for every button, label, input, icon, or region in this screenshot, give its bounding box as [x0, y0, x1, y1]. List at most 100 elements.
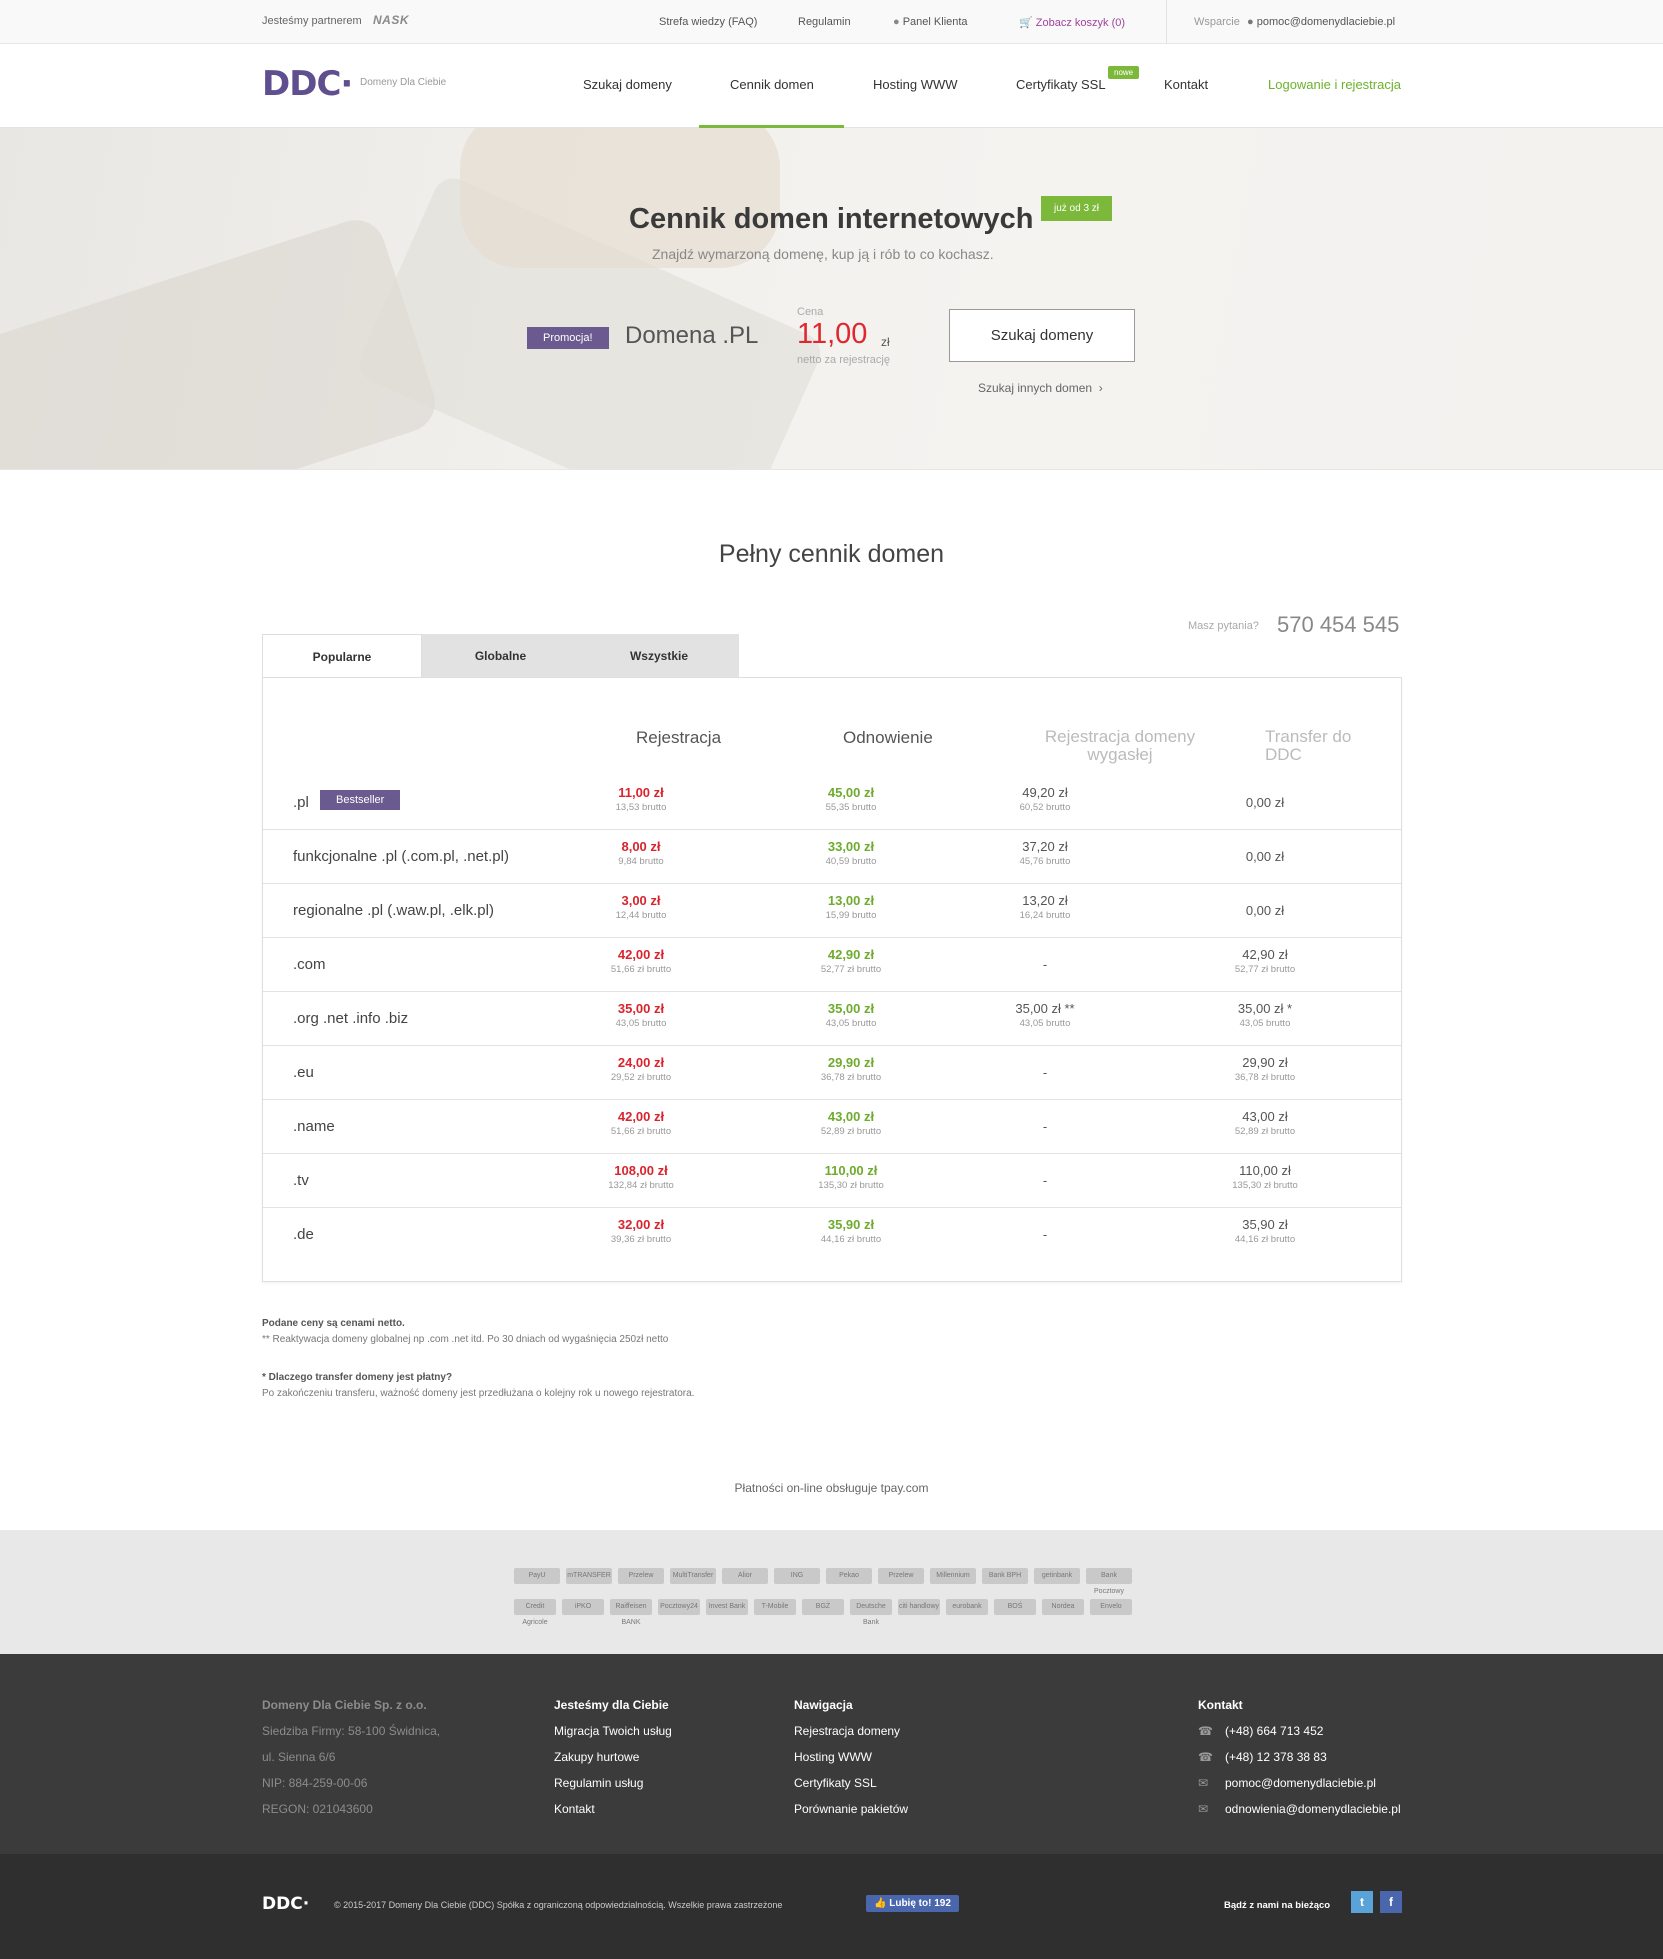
company-address: Siedziba Firmy: 58-100 Świdnica,: [262, 1724, 441, 1738]
net-price: 42,00 zł: [617, 947, 665, 962]
phone-icon: ☎: [1198, 1724, 1213, 1738]
domain-name: .com: [293, 956, 326, 973]
faq-link[interactable]: Strefa wiedzy (FAQ): [659, 16, 757, 28]
contact-email-renewals[interactable]: ✉ odnowienia@domenydlaciebie.pl: [1198, 1796, 1401, 1822]
support-email: pomoc@domenydlaciebie.pl: [1256, 16, 1396, 28]
price-label: Cena: [797, 306, 824, 318]
footer-link-migration[interactable]: Migracja Twoich usług: [554, 1718, 672, 1744]
footer-contact: Kontakt ☎ (+48) 664 713 452 ☎ (+48) 12 378…: [1198, 1692, 1401, 1822]
bank-logo: Nordea: [1042, 1599, 1084, 1615]
company-regon: REGON: 021043600: [262, 1802, 373, 1816]
cart-label: Zobacz koszyk (0): [1035, 17, 1126, 29]
nask-logo[interactable]: NASK: [373, 13, 409, 27]
contact-phone-1[interactable]: ☎ (+48) 664 713 452: [1198, 1718, 1401, 1744]
client-panel-label: Panel Klienta: [902, 16, 968, 28]
bank-logo: T-Mobile: [754, 1599, 796, 1615]
price-note: netto za rejestrację: [797, 354, 890, 366]
nav-contact[interactable]: Kontakt: [1164, 77, 1208, 92]
domain-name: funkcjonalne .pl (.com.pl, .net.pl): [293, 848, 509, 865]
gross-price: 135,30 zł brutto: [818, 1180, 884, 1191]
bank-logo: mTRANSFER: [566, 1568, 612, 1584]
net-price: 0,00 zł: [1245, 903, 1285, 918]
price-cell-exp: -: [965, 957, 1125, 972]
footer-logo: DDC·: [262, 1894, 310, 1914]
footer-link-wholesale[interactable]: Zakupy hurtowe: [554, 1744, 672, 1770]
tab-global[interactable]: Globalne: [422, 634, 579, 678]
promo-domain: Domena .PL: [625, 322, 759, 349]
login-register-link[interactable]: Logowanie i rejestracja: [1268, 77, 1401, 92]
net-price: 35,90 zł: [827, 1217, 875, 1232]
support-email-link[interactable]: ● pomoc@domenydlaciebie.pl: [1247, 16, 1395, 28]
cart-link[interactable]: 🛒 Zobacz koszyk (0): [1019, 16, 1125, 29]
user-icon: ●: [893, 16, 900, 28]
footer-link-hosting[interactable]: Hosting WWW: [794, 1744, 908, 1770]
search-other-domains-link[interactable]: Szukaj innych domen ›: [978, 381, 1103, 395]
net-price: 33,00 zł: [827, 839, 875, 854]
header-expired-registration: Rejestracja domeny wygasłej: [1044, 727, 1196, 764]
net-price: 24,00 zł: [617, 1055, 665, 1070]
nav-ssl[interactable]: Certyfikaty SSL: [1016, 77, 1106, 92]
twitter-icon[interactable]: t: [1351, 1891, 1373, 1913]
gross-price: 13,53 brutto: [615, 802, 667, 813]
price-cell-tr: 43,00 zł 52,89 zł brutto: [1185, 1109, 1345, 1137]
table-row: .org .net .info .biz 35,00 zł 43,05 brutto…: [263, 992, 1401, 1046]
nav-domain-prices[interactable]: Cennik domen: [730, 77, 814, 92]
domain-name: .pl: [293, 794, 309, 811]
phone-number[interactable]: 570 454 545: [1277, 612, 1399, 638]
nav-hosting[interactable]: Hosting WWW: [873, 77, 958, 92]
price-cell-tr: 110,00 zł 135,30 zł brutto: [1185, 1163, 1345, 1191]
topbar-divider: [1166, 0, 1167, 44]
contact-phone-2[interactable]: ☎ (+48) 12 378 38 83: [1198, 1744, 1401, 1770]
gross-price: 43,05 brutto: [615, 1018, 667, 1029]
footer-link-terms[interactable]: Regulamin usług: [554, 1770, 672, 1796]
main-header: DDC· Domeny Dla Ciebie Szukaj domeny Cen…: [0, 44, 1663, 128]
search-domains-button[interactable]: Szukaj domeny: [949, 309, 1135, 362]
net-price: 35,00 zł **: [1015, 1001, 1075, 1016]
gross-price: 52,89 zł brutto: [1234, 1126, 1296, 1137]
domain-name: .name: [293, 1118, 335, 1135]
bank-logo: ING: [774, 1568, 820, 1584]
note-transfer-question: * Dlaczego transfer domeny jest płatny?: [262, 1372, 453, 1383]
support-label: Wsparcie: [1194, 16, 1240, 28]
footer-for-you: Jesteśmy dla Ciebie Migracja Twoich usłu…: [554, 1692, 672, 1822]
footer-link-contact[interactable]: Kontakt: [554, 1796, 672, 1822]
net-price: 11,00 zł: [618, 785, 664, 800]
terms-link[interactable]: Regulamin: [798, 16, 851, 28]
promo-badge: Promocja!: [527, 327, 609, 349]
footer-link-ssl[interactable]: Certyfikaty SSL: [794, 1770, 908, 1796]
price-cell-exp: -: [965, 1227, 1125, 1242]
facebook-like-button[interactable]: 👍 Lubię to! 192: [866, 1895, 959, 1912]
net-price: 110,00 zł: [1239, 1163, 1291, 1178]
nav-search-domains[interactable]: Szukaj domeny: [583, 77, 672, 92]
footer-link-domain-registration[interactable]: Rejestracja domeny: [794, 1718, 908, 1744]
gross-price: 43,05 brutto: [1239, 1018, 1291, 1029]
gross-price: 51,66 zł brutto: [610, 1126, 672, 1137]
domain-name: .de: [293, 1226, 314, 1243]
footer-link-compare[interactable]: Porównanie pakietów: [794, 1796, 908, 1822]
price-cell-tr: 42,90 zł 52,77 zł brutto: [1185, 947, 1345, 975]
ddc-logo[interactable]: DDC·: [262, 64, 353, 104]
bank-logo: Pekao: [826, 1568, 872, 1584]
bank-logo: Envelo: [1090, 1599, 1132, 1615]
note-reactivation: ** Reaktywacja domeny globalnej np .com …: [262, 1334, 669, 1345]
chevron-right-icon: ›: [1098, 381, 1103, 395]
gross-price: 52,77 zł brutto: [820, 964, 882, 975]
price-cell-exp: -: [965, 1065, 1125, 1080]
contact-email-support[interactable]: ✉ pomoc@domenydlaciebie.pl: [1198, 1770, 1401, 1796]
tab-all[interactable]: Wszystkie: [579, 634, 739, 678]
gross-price: 15,99 brutto: [825, 910, 877, 921]
facebook-icon[interactable]: f: [1380, 1891, 1402, 1913]
net-price: -: [1042, 1173, 1048, 1188]
tab-popular[interactable]: Popularne: [262, 634, 422, 678]
net-price: 37,20 zł: [1022, 839, 1068, 854]
bank-logo: Raiffeisen BANK: [610, 1599, 652, 1626]
bank-logo: iPKO: [562, 1599, 604, 1615]
header-registration: Rejestracja: [636, 728, 722, 747]
bank-logo: Bank BPH: [982, 1568, 1028, 1584]
bottom-bar: DDC· © 2015-2017 Domeny Dla Ciebie (DDC)…: [0, 1854, 1663, 1959]
bank-logo: Pocztowy24: [658, 1599, 700, 1615]
client-panel-link[interactable]: ● Panel Klienta: [893, 16, 968, 28]
hero-title: Cennik domen internetowych: [629, 203, 1034, 235]
price-cell-ren: 33,00 zł 40,59 brutto: [771, 839, 931, 867]
net-price: 13,20 zł: [1022, 893, 1068, 908]
